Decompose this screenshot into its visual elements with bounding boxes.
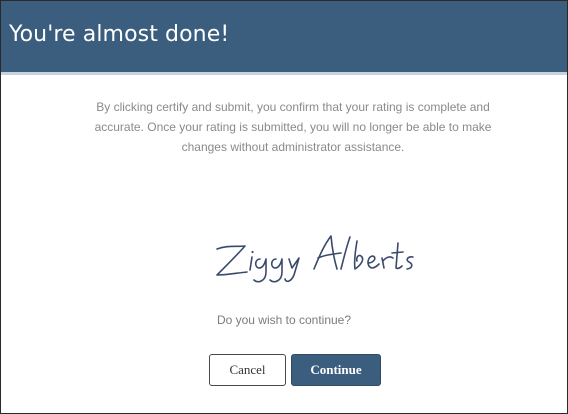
dialog-title: You're almost done! bbox=[9, 22, 230, 47]
dialog-body: By clicking certify and submit, you conf… bbox=[1, 75, 567, 413]
dialog-header: You're almost done! bbox=[1, 1, 567, 75]
signature-image bbox=[216, 235, 414, 283]
cancel-button[interactable]: Cancel bbox=[209, 354, 286, 386]
continue-question: Do you wish to continue? bbox=[216, 313, 352, 327]
confirmation-message: By clicking certify and submit, you conf… bbox=[94, 100, 492, 154]
continue-button[interactable]: Continue bbox=[291, 354, 381, 386]
confirmation-dialog: You're almost done! By clicking certify … bbox=[0, 0, 568, 414]
